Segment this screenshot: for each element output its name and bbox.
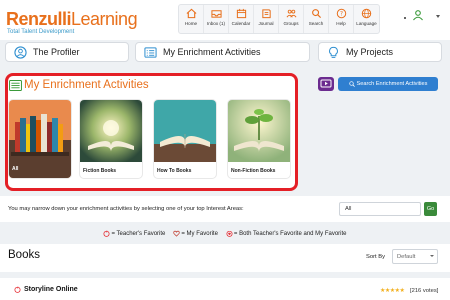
renzulli-logo[interactable]: RenzulliLearning <box>6 9 138 30</box>
nav-groups-label: Groups <box>283 21 299 26</box>
category-card-fiction[interactable]: Fiction Books <box>80 100 142 178</box>
nav-inbox-label: Inbox (1) <box>206 21 226 26</box>
search-enrichment-button[interactable]: Search Enrichment Activities <box>338 77 438 91</box>
svg-text:?: ? <box>339 11 342 18</box>
search-icon <box>311 9 321 19</box>
legend-teacher: = Teacher's Favorite <box>103 230 165 238</box>
nav-language[interactable]: Language <box>354 5 379 33</box>
interest-filter-text: You may narrow down your enrichment acti… <box>8 206 244 212</box>
search-icon <box>348 81 355 87</box>
apple-icon[interactable] <box>14 286 21 293</box>
tab-profiler-label: The Profiler <box>33 47 80 57</box>
tab-enrichment-label: My Enrichment Activities <box>163 47 261 57</box>
category-card-nonfiction[interactable]: Non-Fiction Books <box>228 100 290 178</box>
groups-icon <box>286 9 296 18</box>
nonfiction-book-image <box>228 100 290 162</box>
howto-book-image <box>154 100 216 162</box>
menu-dot <box>404 17 406 19</box>
lightbulb-icon <box>329 46 338 58</box>
tab-enrichment[interactable]: My Enrichment Activities <box>135 42 310 62</box>
go-button[interactable]: Go <box>424 202 437 216</box>
chevron-down-icon <box>430 255 434 257</box>
tab-projects-label: My Projects <box>346 47 394 57</box>
nav-calendar-label: Calendar <box>231 21 251 26</box>
tagline: Total Talent Development <box>7 29 75 35</box>
vote-count: [216 votes] <box>410 288 439 294</box>
favorites-legend: = Teacher's Favorite = My Favorite = Bot… <box>0 228 450 240</box>
enrichment-title: My Enrichment Activities <box>9 79 149 91</box>
calendar-icon <box>236 8 246 19</box>
category-card-label: Fiction Books <box>83 168 117 174</box>
nav-journal-label: Journal <box>258 21 274 26</box>
tab-projects[interactable]: My Projects <box>318 42 442 62</box>
nav-search[interactable]: Search <box>304 5 329 33</box>
books-heading: Books <box>8 249 40 261</box>
nav-calendar[interactable]: Calendar <box>229 5 254 33</box>
nav-home-label: Home <box>184 21 198 26</box>
help-icon: ? <box>336 8 346 19</box>
nav-help-label: Help <box>336 21 346 26</box>
nav-search-label: Search <box>308 21 324 26</box>
legend-both: = Both Teacher's Favorite and My Favorit… <box>226 230 347 238</box>
enrichment-title-text: My Enrichment Activities <box>24 79 149 91</box>
list-icon <box>144 46 157 58</box>
list-item-title-text: Storyline Online <box>24 286 78 293</box>
fiction-book-image <box>80 100 142 162</box>
chevron-down-icon[interactable] <box>436 15 440 18</box>
heart-icon <box>173 231 181 238</box>
category-card-howto[interactable]: How To Books <box>154 100 216 178</box>
tab-profiler[interactable]: The Profiler <box>5 42 129 62</box>
journal-icon <box>261 9 271 19</box>
apple-icon <box>104 230 110 238</box>
home-icon <box>186 8 196 19</box>
category-card-label: How To Books <box>157 168 192 174</box>
user-icon <box>413 10 423 21</box>
category-card-all[interactable]: All <box>9 100 71 178</box>
nav-journal[interactable]: Journal <box>254 5 279 33</box>
video-button[interactable] <box>318 77 334 91</box>
nav-inbox[interactable]: Inbox (1) <box>204 5 229 33</box>
nav-groups[interactable]: Groups <box>279 5 304 33</box>
category-card-label: Non-Fiction Books <box>231 168 276 174</box>
user-menu[interactable] <box>412 9 434 33</box>
profile-icon <box>14 45 27 59</box>
legend-mine: = My Favorite <box>173 230 218 238</box>
interest-area-select[interactable]: All <box>339 202 421 216</box>
star-rating: ★★★★★ <box>380 288 405 294</box>
sort-by-label: Sort By <box>366 254 386 260</box>
category-card-label: All <box>12 166 19 172</box>
nav-help[interactable]: ? Help <box>329 5 354 33</box>
nav-language-label: Language <box>356 21 377 26</box>
inbox-icon <box>210 10 222 18</box>
video-icon <box>320 79 332 88</box>
list-icon <box>9 79 22 91</box>
list-item-title[interactable]: Storyline Online <box>14 286 78 293</box>
globe-icon <box>361 8 372 19</box>
nav-home[interactable]: Home <box>179 5 204 33</box>
apple-heart-icon <box>226 231 233 238</box>
top-nav: Home Inbox (1) Calendar Journal Groups S… <box>178 4 380 34</box>
search-enrichment-label: Search Enrichment Activities <box>356 81 428 87</box>
